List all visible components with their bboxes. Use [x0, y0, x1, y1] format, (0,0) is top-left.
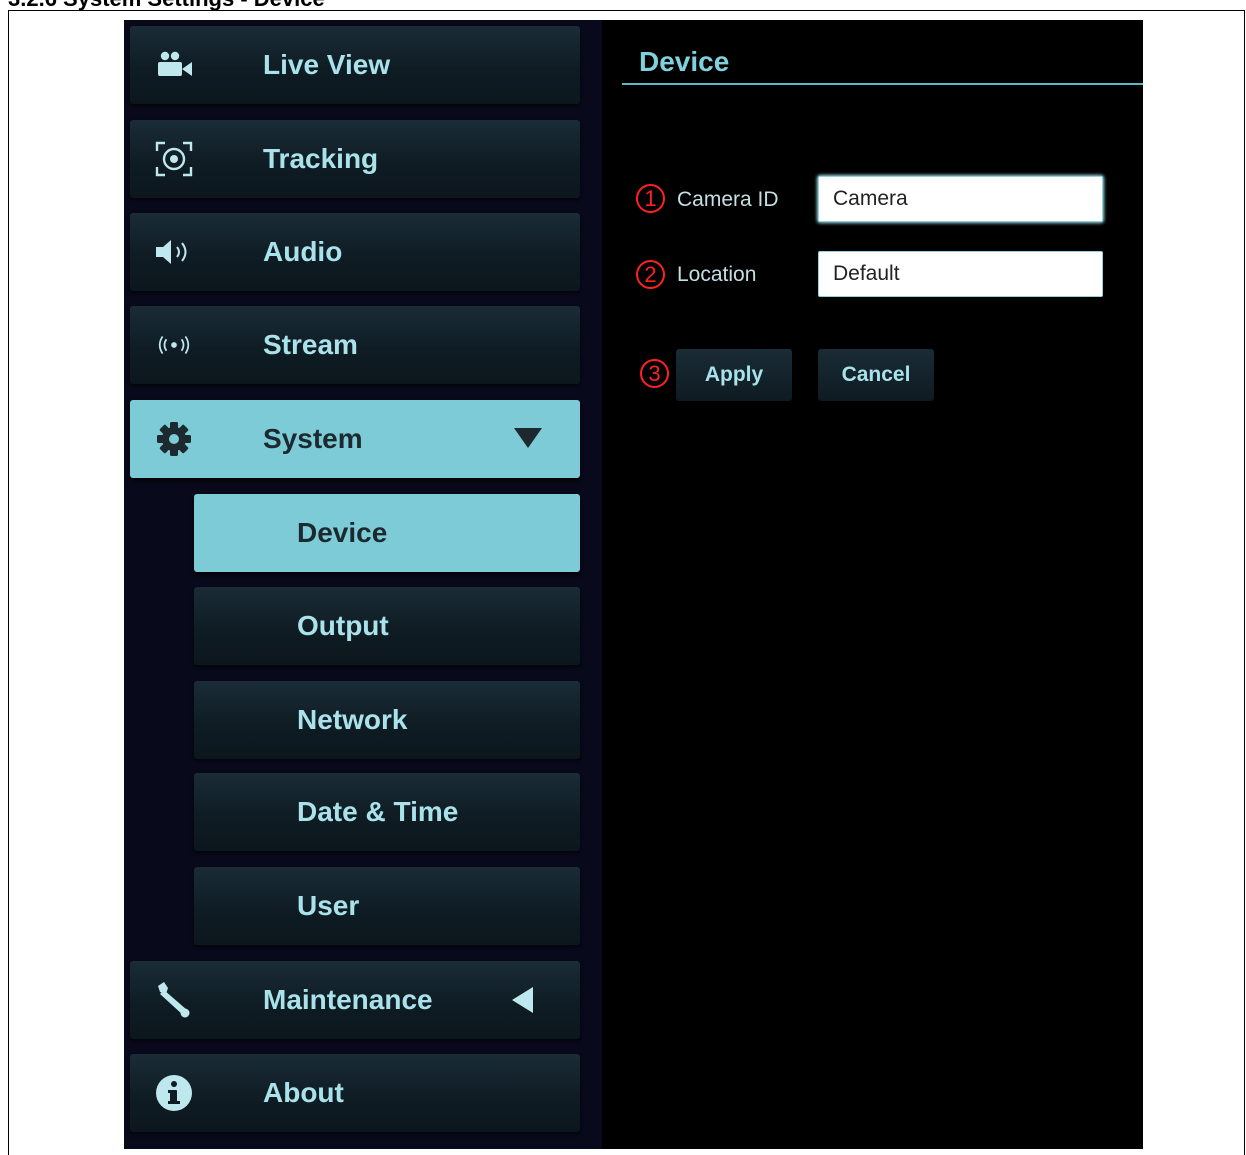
sidebar-item-label: Live View [263, 49, 391, 80]
callout-marker-2: 2 [636, 260, 665, 289]
sidebar-subitem-label: Network [297, 704, 408, 735]
callout-marker-1: 1 [636, 184, 665, 213]
wrench-icon [154, 982, 194, 1018]
sidebar-subitem-network[interactable]: Network [194, 681, 580, 759]
broadcast-icon [154, 328, 194, 362]
title-divider [622, 83, 1143, 85]
gear-icon [154, 422, 194, 456]
caret-down-icon [513, 426, 543, 455]
sidebar-item-label: System [263, 423, 363, 454]
sidebar-subitem-label: Device [297, 517, 388, 548]
sidebar-subitem-output[interactable]: Output [194, 587, 580, 665]
speaker-icon [154, 235, 194, 269]
camera-web-ui: Live View Tracking Audio Stream System D… [124, 20, 1143, 1149]
camera-id-label: Camera ID [677, 188, 779, 211]
sidebar-item-label: Audio [263, 236, 343, 267]
sidebar-subitem-date-time[interactable]: Date & Time [194, 773, 580, 851]
sidebar-item-label: Stream [263, 329, 358, 360]
sidebar-item-label: Maintenance [263, 984, 433, 1015]
sidebar-item-stream[interactable]: Stream [130, 306, 580, 384]
sidebar-item-tracking[interactable]: Tracking [130, 120, 580, 198]
sidebar-item-maintenance[interactable]: Maintenance [130, 961, 580, 1039]
sidebar-item-system[interactable]: System [130, 400, 580, 478]
page-title: Device [639, 46, 730, 77]
sidebar-item-label: About [263, 1077, 344, 1108]
sidebar-item-live-view[interactable]: Live View [130, 26, 580, 104]
sidebar-subitem-label: Output [297, 610, 389, 641]
sidebar-item-audio[interactable]: Audio [130, 213, 580, 291]
apply-button[interactable]: Apply [676, 349, 792, 401]
location-input[interactable] [818, 251, 1103, 297]
video-camera-icon [154, 48, 194, 82]
location-label: Location [677, 263, 757, 286]
sidebar-item-label: Tracking [263, 143, 379, 174]
camera-id-input[interactable] [818, 176, 1103, 222]
device-settings-panel: Device 1 Camera ID 2 Location 3 Apply Ca… [602, 20, 1143, 1149]
sidebar-subitem-label: User [297, 890, 360, 921]
callout-marker-3: 3 [640, 359, 669, 388]
sidebar-subitem-user[interactable]: User [194, 867, 580, 945]
sidebar-item-about[interactable]: About [130, 1054, 580, 1132]
cancel-button[interactable]: Cancel [818, 349, 934, 401]
info-icon [154, 1075, 194, 1111]
tracking-target-icon [154, 141, 194, 177]
sidebar-subitem-label: Date & Time [297, 796, 459, 827]
sidebar-menu: Live View Tracking Audio Stream System D… [124, 20, 594, 1149]
caret-left-icon [510, 985, 536, 1020]
sidebar-subitem-device[interactable]: Device [194, 494, 580, 572]
